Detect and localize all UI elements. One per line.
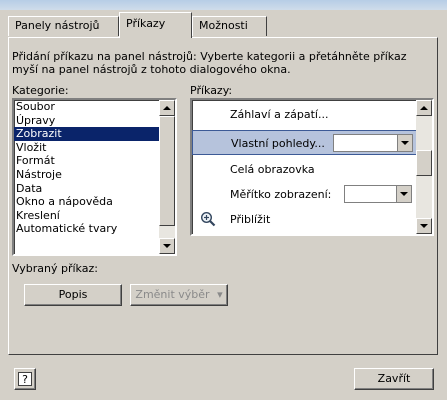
category-item[interactable]: Vložit — [14, 141, 175, 155]
tab-label: Příkazy — [126, 17, 166, 30]
selected-command-label: Vybraný příkaz: — [12, 262, 98, 275]
category-item[interactable]: Data — [14, 182, 175, 196]
category-item[interactable]: Kreslení — [14, 209, 175, 223]
scroll-down-arrow-icon[interactable] — [416, 218, 432, 234]
command-item[interactable]: Měřítko zobrazení: — [192, 182, 418, 207]
scroll-up-arrow-icon[interactable] — [416, 100, 432, 116]
category-item[interactable]: Úpravy — [14, 114, 175, 128]
title-strip — [0, 0, 447, 10]
zoom-in-icon — [200, 211, 216, 227]
category-item[interactable]: Automatické tvary — [14, 222, 175, 236]
scroll-thumb[interactable] — [416, 150, 432, 176]
category-item[interactable]: Soubor — [14, 100, 175, 114]
scroll-up-arrow-icon[interactable] — [159, 100, 175, 116]
category-item-selected[interactable]: Zobrazit — [14, 127, 175, 141]
close-button[interactable]: Zavřít — [354, 368, 434, 390]
scroll-down-arrow-icon[interactable] — [159, 238, 175, 254]
command-item-selected[interactable]: Vlastní pohledy... — [192, 130, 418, 155]
tab-prikazy[interactable]: Příkazy — [119, 12, 192, 38]
categories-listbox[interactable]: Soubor Úpravy Zobrazit Vložit Formát Nás… — [12, 98, 177, 256]
commands-listbox[interactable]: Záhlaví a zápatí... Vlastní pohledy... C… — [190, 98, 434, 236]
instructions-text: Přidání příkazu na panel nástrojů: Vyber… — [12, 50, 407, 76]
help-icon: ? — [18, 372, 32, 386]
describe-button[interactable]: Popis — [24, 284, 122, 306]
categories-scrollbar[interactable] — [159, 100, 175, 254]
tab-label: Panely nástrojů — [15, 19, 100, 32]
command-item[interactable]: Přiblížit — [192, 207, 418, 232]
tab-panely-nastroju[interactable]: Panely nástrojů — [8, 16, 119, 36]
custom-views-combo[interactable] — [333, 134, 413, 152]
category-item[interactable]: Nástroje — [14, 168, 175, 182]
scroll-thumb[interactable] — [159, 116, 175, 226]
categories-label: Kategorie: — [12, 84, 69, 97]
command-item[interactable]: Celá obrazovka — [192, 157, 418, 182]
modify-selection-button[interactable]: Změnit výběr ▾ — [130, 284, 228, 306]
category-item[interactable]: Formát — [14, 154, 175, 168]
dropdown-arrow-icon: ▾ — [217, 288, 223, 301]
help-button[interactable]: ? — [14, 368, 36, 390]
category-item[interactable]: Okno a nápověda — [14, 195, 175, 209]
svg-text:?: ? — [22, 373, 28, 386]
commands-scrollbar[interactable] — [416, 100, 432, 234]
chevron-down-icon[interactable] — [397, 135, 412, 151]
tab-label: Možnosti — [199, 19, 248, 32]
zoom-combo[interactable] — [344, 185, 412, 203]
command-item[interactable]: Záhlaví a zápatí... — [192, 102, 418, 127]
tab-moznosti[interactable]: Možnosti — [192, 16, 267, 36]
chevron-down-icon[interactable] — [396, 186, 411, 202]
commands-label: Příkazy: — [190, 84, 233, 97]
